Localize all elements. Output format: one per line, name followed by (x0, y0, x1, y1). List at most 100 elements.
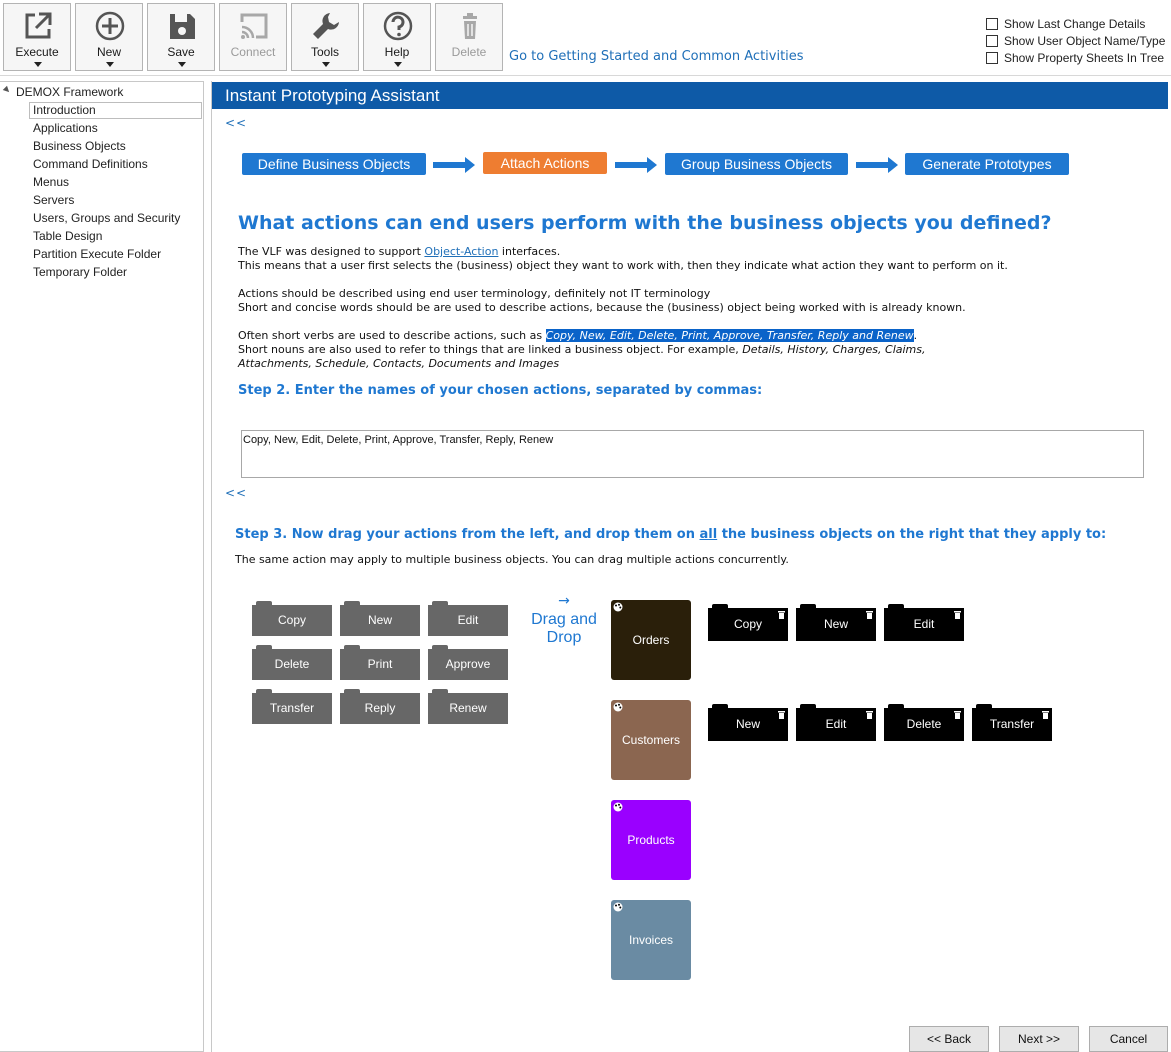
cast-icon (240, 13, 268, 39)
connect-button[interactable]: Connect (219, 3, 287, 71)
action-copy[interactable]: Copy (252, 601, 332, 636)
step-group-business-objects[interactable]: Group Business Objects (665, 153, 848, 175)
business-object-products[interactable]: Products (611, 800, 691, 880)
external-link-icon (25, 12, 52, 39)
tree-item-users-groups-security[interactable]: Users, Groups and Security (29, 210, 202, 227)
actions-input[interactable]: Copy, New, Edit, Delete, Print, Approve,… (241, 430, 1144, 478)
action-print[interactable]: Print (340, 645, 420, 680)
object-action-link[interactable]: Object-Action (424, 245, 498, 258)
cancel-button[interactable]: Cancel (1089, 1026, 1168, 1052)
tools-label: Tools (310, 45, 339, 59)
option-label: Show User Object Name/Type (1004, 34, 1166, 48)
text: interfaces. (498, 245, 561, 258)
assistant-panel: Instant Prototyping Assistant << Define … (211, 81, 1171, 1052)
tree-item-introduction[interactable]: Introduction (29, 102, 202, 119)
attached-action[interactable]: New (708, 704, 788, 741)
business-object-label: Customers (621, 733, 680, 747)
expand-triangle-icon[interactable] (2, 85, 12, 95)
action-approve[interactable]: Approve (428, 645, 508, 680)
trash-icon[interactable] (866, 711, 873, 719)
text: the business objects on the right that t… (717, 527, 1107, 542)
attached-action[interactable]: Transfer (972, 704, 1052, 741)
tree-item-applications[interactable]: Applications (29, 120, 202, 137)
text: Drop (546, 629, 582, 646)
business-object-invoices[interactable]: Invoices (611, 900, 691, 980)
action-label: Copy (252, 605, 332, 636)
attached-action[interactable]: New (796, 604, 876, 641)
tree-item-partition-execute-folder[interactable]: Partition Execute Folder (29, 246, 202, 263)
tools-button[interactable]: Tools (291, 3, 359, 71)
execute-button[interactable]: Execute (3, 3, 71, 71)
step2-heading: Step 2. Enter the names of your chosen a… (238, 383, 763, 398)
attached-action[interactable]: Delete (884, 704, 964, 741)
floppy-disk-icon (170, 14, 195, 39)
paragraph: This means that a user first selects the… (238, 259, 1008, 272)
trash-icon (463, 13, 477, 39)
paragraph: Actions should be described using end us… (238, 287, 711, 300)
trash-icon[interactable] (1042, 711, 1049, 719)
text: Often short verbs are used to describe a… (238, 329, 546, 342)
app-window: Execute New Save Connect Tools Help Dele… (0, 0, 1171, 1052)
option-label: Show Property Sheets In Tree (1004, 51, 1165, 65)
palette-icon[interactable] (613, 602, 623, 612)
delete-button[interactable]: Delete (435, 3, 503, 71)
tree-item-table-design[interactable]: Table Design (29, 228, 202, 245)
action-reply[interactable]: Reply (340, 689, 420, 724)
palette-icon[interactable] (613, 702, 623, 712)
step-generate-prototypes[interactable]: Generate Prototypes (905, 153, 1069, 175)
action-transfer[interactable]: Transfer (252, 689, 332, 724)
action-label: Renew (428, 693, 508, 724)
text: Step 3. Now drag your actions from the l… (235, 527, 700, 542)
question-circle-icon (383, 11, 413, 41)
paragraph: Attachments, Schedule, Contacts, Documen… (238, 357, 559, 371)
plus-circle-icon (95, 11, 125, 41)
section-heading: What actions can end users perform with … (238, 212, 1052, 234)
next-button[interactable]: Next >> (999, 1026, 1079, 1052)
tree-item-command-definitions[interactable]: Command Definitions (29, 156, 202, 173)
action-edit[interactable]: Edit (428, 601, 508, 636)
panel-title: Instant Prototyping Assistant (212, 82, 1168, 109)
text: The VLF was designed to support (238, 245, 425, 258)
checkbox[interactable] (986, 18, 998, 30)
tree-item-menus[interactable]: Menus (29, 174, 202, 191)
attached-action[interactable]: Edit (796, 704, 876, 741)
trash-icon[interactable] (778, 611, 785, 619)
tree-item-temporary-folder[interactable]: Temporary Folder (29, 264, 202, 281)
tree-item-business-objects[interactable]: Business Objects (29, 138, 202, 155)
trash-icon[interactable] (954, 711, 961, 719)
trash-icon[interactable] (866, 611, 873, 619)
collapse-link[interactable]: << (225, 486, 247, 500)
palette-icon[interactable] (613, 802, 623, 812)
checkbox[interactable] (986, 35, 998, 47)
framework-tree: DEMOX Framework Introduction Application… (0, 81, 204, 1052)
palette-icon[interactable] (613, 902, 623, 912)
arrow-right-icon (856, 157, 898, 173)
trash-icon[interactable] (778, 711, 785, 719)
action-new[interactable]: New (340, 601, 420, 636)
business-object-customers[interactable]: Customers (611, 700, 691, 780)
step-attach-actions[interactable]: Attach Actions (483, 152, 607, 174)
text: . (913, 329, 918, 342)
action-renew[interactable]: Renew (428, 689, 508, 724)
drag-and-drop-label: Drag and Drop (524, 611, 604, 647)
tree-item-servers[interactable]: Servers (29, 192, 202, 209)
chevron-down-icon (394, 62, 402, 67)
text: Short nouns are also used to refer to th… (238, 343, 743, 356)
back-button[interactable]: << Back (909, 1026, 989, 1052)
chevron-down-icon (34, 62, 42, 67)
getting-started-link[interactable]: Go to Getting Started and Common Activit… (509, 49, 804, 64)
action-delete[interactable]: Delete (252, 645, 332, 680)
collapse-link[interactable]: << (225, 116, 247, 130)
trash-icon[interactable] (954, 611, 961, 619)
wrench-icon (313, 13, 339, 39)
step-define-business-objects[interactable]: Define Business Objects (242, 153, 426, 175)
attached-action[interactable]: Edit (884, 604, 964, 641)
attached-action[interactable]: Copy (708, 604, 788, 641)
action-label: Edit (428, 605, 508, 636)
business-object-orders[interactable]: Orders (611, 600, 691, 680)
checkbox[interactable] (986, 52, 998, 64)
help-label: Help (384, 45, 410, 59)
new-button[interactable]: New (75, 3, 143, 71)
help-button[interactable]: Help (363, 3, 431, 71)
save-button[interactable]: Save (147, 3, 215, 71)
